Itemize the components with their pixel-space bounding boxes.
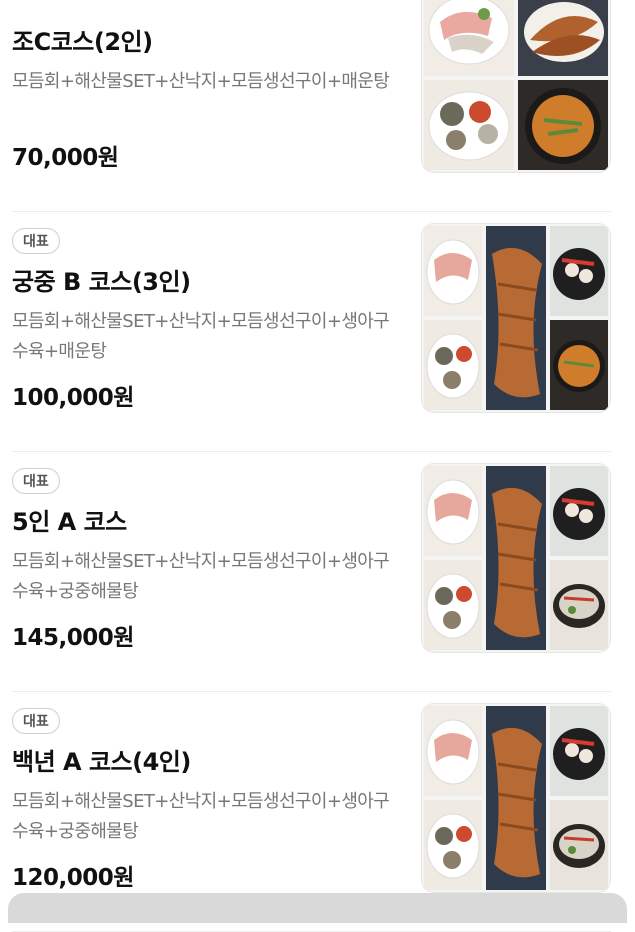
menu-item-photo[interactable] [422, 224, 610, 412]
menu-item-name: 5인 A 코스 [12, 508, 127, 536]
menu-item[interactable]: 조C코스(2인) 모듬회+해산물SET+산낙지+모듬생선구이+매운탕 70,00… [0, 0, 635, 212]
food-collage-image [422, 224, 610, 412]
menu-item-photo[interactable] [422, 0, 610, 172]
menu-item-price: 100,000원 [12, 385, 134, 411]
signature-badge: 대표 [12, 228, 60, 254]
signature-badge: 대표 [12, 468, 60, 494]
food-collage-image [422, 704, 610, 892]
menu-item-price: 120,000원 [12, 865, 134, 891]
menu-item-price: 70,000원 [12, 145, 119, 171]
menu-list: 조C코스(2인) 모듬회+해산물SET+산낙지+모듬생선구이+매운탕 70,00… [0, 0, 635, 932]
menu-item-name: 조C코스(2인) [12, 28, 153, 56]
bottom-action-bar[interactable] [8, 893, 627, 923]
menu-item-description: 모듬회+해산물SET+산낙지+모듬생선구이+매운탕 [12, 71, 390, 92]
menu-item-description: 모듬회+해산물SET+산낙지+모듬생선구이+생아구수육+궁중해물탕 [12, 551, 390, 602]
menu-item-photo[interactable] [422, 464, 610, 652]
menu-item[interactable]: 대표 5인 A 코스 모듬회+해산물SET+산낙지+모듬생선구이+생아구수육+궁… [0, 452, 635, 692]
signature-badge: 대표 [12, 708, 60, 734]
menu-item-name: 백년 A 코스(4인) [12, 748, 191, 776]
menu-item-description: 모듬회+해산물SET+산낙지+모듬생선구이+생아구수육+궁중해물탕 [12, 791, 390, 842]
menu-item-photo[interactable] [422, 704, 610, 892]
menu-item-description: 모듬회+해산물SET+산낙지+모듬생선구이+생아구수육+매운탕 [12, 311, 390, 362]
food-collage-image [422, 0, 610, 172]
menu-item[interactable]: 대표 궁중 B 코스(3인) 모듬회+해산물SET+산낙지+모듬생선구이+생아구… [0, 212, 635, 452]
menu-item-price: 145,000원 [12, 625, 134, 651]
menu-item-name: 궁중 B 코스(3인) [12, 268, 191, 296]
food-collage-image [422, 464, 610, 652]
